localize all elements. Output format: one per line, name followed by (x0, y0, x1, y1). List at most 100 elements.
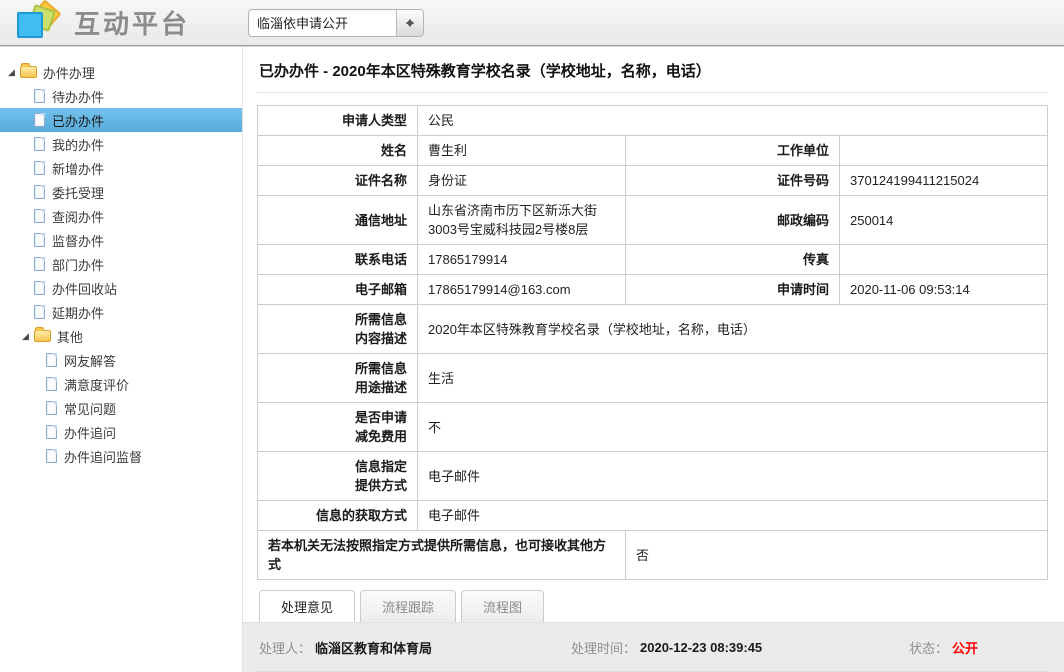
document-icon (34, 209, 45, 223)
sidebar-item-label: 办件追问 (64, 423, 116, 442)
field-value: 否 (626, 531, 1048, 580)
field-label: 工作单位 (626, 136, 840, 166)
form-row: 电子邮箱17865179914@163.com申请时间2020-11-06 09… (258, 275, 1048, 305)
logo-blue-square (17, 12, 43, 38)
tab-bar: 处理意见流程跟踪流程图 (257, 590, 1048, 622)
sidebar-item-banjian-zhuiwen-jiandu[interactable]: 办件追问监督 (0, 444, 242, 468)
field-label: 证件号码 (626, 166, 840, 196)
sidebar-item-label: 部门办件 (52, 255, 104, 274)
document-icon (46, 377, 57, 391)
sidebar-item-banjian-banli[interactable]: ◢ 办件办理 (0, 60, 242, 84)
field-label: 是否申请 减免费用 (258, 403, 418, 452)
select-spinner-icon[interactable] (396, 10, 423, 36)
field-label: 所需信息 内容描述 (258, 305, 418, 354)
sidebar-item-xinzeng-banjian[interactable]: 新增办件 (0, 156, 242, 180)
content-inner: 已办办件 - 2020年本区特殊教育学校名录（学校地址，名称，电话） 申请人类型… (243, 46, 1064, 622)
field-label: 信息指定 提供方式 (258, 452, 418, 501)
sidebar-item-bumen-banjian[interactable]: 部门办件 (0, 252, 242, 276)
sidebar-item-wangyou-jieda[interactable]: 网友解答 (0, 348, 242, 372)
sidebar-item-label: 办件追问监督 (64, 447, 142, 466)
sidebar-item-chayue-banjian[interactable]: 查阅办件 (0, 204, 242, 228)
field-value (840, 245, 1048, 275)
sidebar-item-label: 满意度评价 (64, 375, 129, 394)
sidebar-item-label: 网友解答 (64, 351, 116, 370)
form-row: 是否申请 减免费用不 (258, 403, 1048, 452)
status-badge: 公开 (952, 638, 978, 657)
tab-chuli-yijian[interactable]: 处理意见 (259, 590, 355, 622)
sidebar-item-label: 待办办件 (52, 87, 104, 106)
sidebar-item-changjian-wenti[interactable]: 常见问题 (0, 396, 242, 420)
sidebar-item-wode-banjian[interactable]: 我的办件 (0, 132, 242, 156)
field-label: 电子邮箱 (258, 275, 418, 305)
document-icon (34, 305, 45, 319)
field-label: 传真 (626, 245, 840, 275)
field-value: 不 (418, 403, 1048, 452)
document-icon (34, 281, 45, 295)
field-label: 申请时间 (626, 275, 840, 305)
sidebar-item-daiban-banjian[interactable]: 待办办件 (0, 84, 242, 108)
field-label: 联系电话 (258, 245, 418, 275)
folder-icon (34, 330, 51, 342)
sidebar-item-label: 延期办件 (52, 303, 104, 322)
app-header: 互动平台 临淄依申请公开 (0, 0, 1064, 46)
field-label: 邮政编码 (626, 196, 840, 245)
document-icon (46, 401, 57, 415)
channel-select[interactable]: 临淄依申请公开 (248, 9, 424, 37)
sidebar-item-yiban-banjian[interactable]: 已办办件 (0, 108, 242, 132)
field-label: 信息的获取方式 (258, 501, 418, 531)
form-row: 通信地址山东省济南市历下区新泺大街3003号宝威科技园2号楼8层邮政编码2500… (258, 196, 1048, 245)
sidebar-item-label: 查阅办件 (52, 207, 104, 226)
sidebar-item-weituo-shouli[interactable]: 委托受理 (0, 180, 242, 204)
form-row: 所需信息 用途描述生活 (258, 354, 1048, 403)
sidebar-item-label: 其他 (57, 327, 83, 346)
field-value: 250014 (840, 196, 1048, 245)
document-icon (34, 257, 45, 271)
sidebar-item-label: 办件办理 (43, 63, 95, 82)
document-icon (34, 113, 45, 127)
sidebar-item-jiandu-banjian[interactable]: 监督办件 (0, 228, 242, 252)
field-label: 通信地址 (258, 196, 418, 245)
sidebar-tree: ◢ 办件办理待办办件已办办件我的办件新增办件委托受理查阅办件监督办件部门办件办件回… (0, 46, 243, 672)
form-row: 申请人类型公民 (258, 106, 1048, 136)
field-value (840, 136, 1048, 166)
application-detail-table: 申请人类型公民姓名曹生利工作单位证件名称身份证证件号码3701241994112… (257, 105, 1048, 580)
processing-meta-row: 处理人： 临淄区教育和体育局 处理时间： 2020-12-23 08:39:45… (243, 623, 1064, 669)
field-value: 曹生利 (418, 136, 626, 166)
field-value: 山东省济南市历下区新泺大街3003号宝威科技园2号楼8层 (418, 196, 626, 245)
document-icon (34, 185, 45, 199)
sidebar-item-label: 常见问题 (64, 399, 116, 418)
document-icon (34, 137, 45, 151)
form-row: 若本机关无法按照指定方式提供所需信息，也可接收其他方式否 (258, 531, 1048, 580)
field-value: 电子邮件 (418, 501, 1048, 531)
field-value: 公民 (418, 106, 1048, 136)
tree-expander-icon[interactable]: ◢ (8, 68, 15, 77)
processing-time-value: 2020-12-23 08:39:45 (640, 640, 762, 655)
processing-time-label: 处理时间： (571, 638, 636, 657)
tab-liucheng-tu[interactable]: 流程图 (461, 590, 544, 622)
tree-expander-icon[interactable]: ◢ (22, 332, 29, 341)
field-value: 2020-11-06 09:53:14 (840, 275, 1048, 305)
sidebar-item-qita[interactable]: ◢ 其他 (0, 324, 242, 348)
field-value: 17865179914 (418, 245, 626, 275)
field-label: 申请人类型 (258, 106, 418, 136)
field-value: 17865179914@163.com (418, 275, 626, 305)
app-title: 互动平台 (74, 4, 190, 41)
sidebar-item-banjian-zhuiwen[interactable]: 办件追问 (0, 420, 242, 444)
handler-label: 处理人： (259, 638, 311, 657)
field-value: 生活 (418, 354, 1048, 403)
sidebar-item-yanqi-banjian[interactable]: 延期办件 (0, 300, 242, 324)
document-icon (34, 89, 45, 103)
sidebar-item-label: 办件回收站 (52, 279, 117, 298)
form-row: 证件名称身份证证件号码370124199411215024 (258, 166, 1048, 196)
sidebar-item-manyidu-pingjia[interactable]: 满意度评价 (0, 372, 242, 396)
document-icon (34, 161, 45, 175)
field-label: 所需信息 用途描述 (258, 354, 418, 403)
sidebar-item-banjian-huishouzhan[interactable]: 办件回收站 (0, 276, 242, 300)
sidebar-item-label: 监督办件 (52, 231, 104, 250)
form-row: 信息的获取方式电子邮件 (258, 501, 1048, 531)
page-title: 已办办件 - 2020年本区特殊教育学校名录（学校地址，名称，电话） (257, 52, 1048, 93)
tab-liucheng-genzong[interactable]: 流程跟踪 (360, 590, 456, 622)
app-logo-icon (14, 3, 60, 43)
field-label: 若本机关无法按照指定方式提供所需信息，也可接收其他方式 (258, 531, 626, 580)
document-icon (34, 233, 45, 247)
